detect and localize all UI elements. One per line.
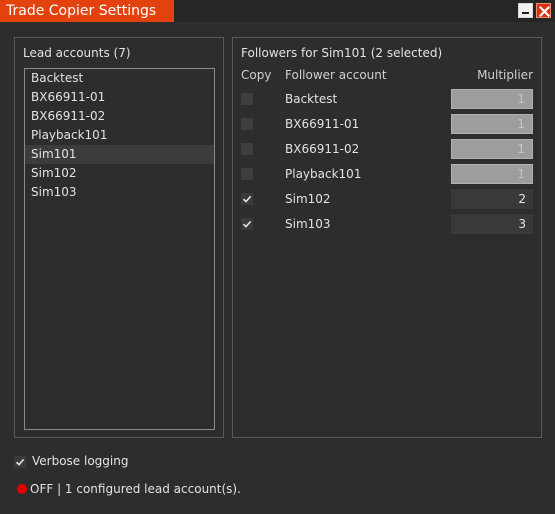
copy-checkbox[interactable] [241,143,253,155]
multiplier-field[interactable]: 3 [451,214,533,234]
checkmark-icon [242,195,252,203]
followers-title: Followers for Sim101 (2 selected) [241,46,443,60]
lead-account-item[interactable]: BX66911-01 [25,88,214,107]
follower-account-name: Sim102 [285,192,331,206]
multiplier-field: 1 [451,89,533,109]
follower-row: Sim102 2 [233,187,541,212]
lead-account-item[interactable]: Playback101 [25,126,214,145]
follower-account-name: Sim103 [285,217,331,231]
close-button[interactable] [536,3,551,18]
title-bar: Trade Copier Settings [0,0,555,22]
status-indicator-icon [17,484,27,494]
follower-row: Playback101 1 [233,162,541,187]
lead-account-item[interactable]: Sim101 [25,145,214,164]
follower-account-name: BX66911-02 [285,142,360,156]
multiplier-field: 1 [451,139,533,159]
follower-row: BX66911-01 1 [233,112,541,137]
close-icon [539,6,550,17]
lead-account-item[interactable]: Sim103 [25,183,214,202]
follower-row: Backtest 1 [233,87,541,112]
copy-checkbox[interactable] [241,93,253,105]
follower-account-name: BX66911-01 [285,117,360,131]
lead-accounts-title: Lead accounts (7) [23,46,131,60]
copy-checkbox[interactable] [241,168,253,180]
multiplier-field: 1 [451,164,533,184]
follower-row: Sim103 3 [233,212,541,237]
lead-accounts-list[interactable]: Backtest BX66911-01 BX66911-02 Playback101 S… [24,68,215,430]
copy-column-header: Copy [241,68,272,82]
multiplier-column-header: Multiplier [477,68,533,82]
lead-account-item[interactable]: Backtest [25,69,214,88]
minimize-button[interactable] [518,3,533,18]
lead-accounts-panel: Lead accounts (7) Backtest BX66911-01 BX66… [14,37,224,438]
verbose-logging-label: Verbose logging [32,454,129,468]
follower-row: BX66911-02 1 [233,137,541,162]
lead-account-item[interactable]: Sim102 [25,164,214,183]
copy-checkbox[interactable] [241,193,253,205]
status-text: OFF | 1 configured lead account(s). [30,482,241,496]
follower-account-name: Backtest [285,92,338,106]
checkmark-icon [242,220,252,228]
copy-checkbox[interactable] [241,118,253,130]
copy-checkbox[interactable] [241,218,253,230]
multiplier-field[interactable]: 2 [451,189,533,209]
follower-account-name: Playback101 [285,167,362,181]
follower-account-column-header: Follower account [285,68,387,82]
lead-account-item[interactable]: BX66911-02 [25,107,214,126]
window-title: Trade Copier Settings [0,0,174,22]
verbose-logging-checkbox[interactable] [14,456,26,468]
multiplier-field: 1 [451,114,533,134]
checkmark-icon [15,458,25,466]
followers-panel: Followers for Sim101 (2 selected) Copy F… [232,37,542,438]
